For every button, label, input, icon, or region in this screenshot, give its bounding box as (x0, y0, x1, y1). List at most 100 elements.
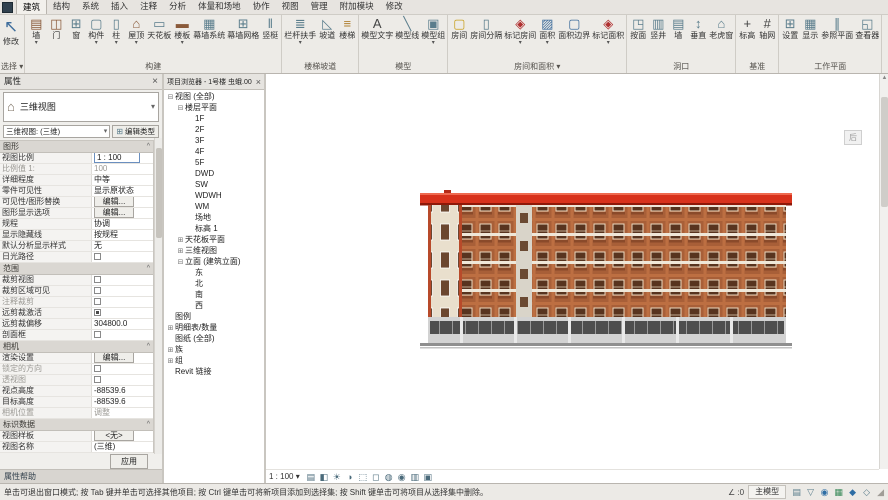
tree-item[interactable]: 4F (164, 146, 264, 157)
property-section-header[interactable]: 标识数据^ (0, 419, 153, 431)
ribbon-tab-8[interactable]: 视图 (276, 0, 305, 14)
ribbon-group-label[interactable]: 楼梯坡道 (283, 60, 357, 73)
property-value[interactable]: <无> (92, 431, 153, 441)
checkbox[interactable] (94, 365, 101, 372)
expand-expander-icon[interactable]: ⊞ (176, 236, 185, 244)
collapse-expander-icon[interactable]: ⊟ (176, 104, 185, 112)
ribbon-tab-10[interactable]: 附加模块 (334, 0, 380, 14)
component-button[interactable]: ▢构件▾ (86, 15, 106, 47)
canvas-scrollbar[interactable]: ▲ (879, 74, 888, 469)
property-value[interactable]: -88539.6 (92, 397, 153, 407)
property-section-header[interactable]: 图形^ (0, 141, 153, 153)
property-value[interactable] (92, 297, 153, 307)
instance-selector[interactable]: 三维视图: (三维) ▾ (3, 125, 110, 138)
ribbon-tab-9[interactable]: 管理 (305, 0, 334, 14)
collapse-expander-icon[interactable]: ⊟ (166, 93, 175, 101)
property-value[interactable]: 调整 (92, 408, 153, 418)
show-crop-icon[interactable]: ◻ (370, 471, 382, 483)
viewer-button[interactable]: ◱查看器 (854, 15, 880, 42)
property-value[interactable]: 1 : 100 (92, 153, 153, 163)
ribbon-group-label[interactable]: 模型 (360, 60, 446, 73)
checkbox[interactable] (94, 287, 101, 294)
model-text-button[interactable]: A模型文字 (360, 15, 394, 42)
reveal-hidden-icon[interactable]: ◉ (396, 471, 408, 483)
dormer-button[interactable]: ⌂老虎窗 (708, 15, 734, 42)
tree-item[interactable]: 3F (164, 135, 264, 146)
close-icon[interactable]: × (152, 76, 158, 87)
property-value[interactable]: 编辑... (92, 208, 153, 218)
model-group-button[interactable]: ▣模型组▾ (420, 15, 446, 47)
tree-item[interactable]: 5F (164, 157, 264, 168)
roof-button[interactable]: ⌂屋顶▾ (126, 15, 146, 47)
edit-type-button[interactable]: ⊞ 编辑类型 (112, 125, 159, 138)
scroll-up-icon[interactable]: ▲ (880, 74, 888, 83)
tree-item[interactable]: 标高 1 (164, 223, 264, 234)
level-button[interactable]: +标高 (737, 15, 757, 42)
ribbon-tab-3[interactable]: 插入 (105, 0, 134, 14)
ribbon-group-label[interactable]: 构建 (26, 60, 280, 73)
tree-item[interactable]: SW (164, 179, 264, 190)
ribbon-tab-11[interactable]: 修改 (380, 0, 409, 14)
tree-item[interactable]: ⊞组 (164, 355, 264, 366)
stair-button[interactable]: ≡楼梯 (337, 15, 357, 42)
property-value[interactable]: 协调 (92, 219, 153, 229)
scrollbar-thumb[interactable] (881, 97, 888, 207)
edit-button[interactable]: 编辑... (94, 353, 134, 363)
checkbox[interactable] (94, 309, 101, 316)
property-value[interactable]: 无 (92, 241, 153, 251)
room-separator-button[interactable]: ▯房间分隔 (469, 15, 503, 42)
tree-item[interactable]: 东 (164, 267, 264, 278)
ribbon-tab-4[interactable]: 注释 (134, 0, 163, 14)
active-model-selector[interactable]: 主模型 (748, 485, 786, 499)
checkbox[interactable] (94, 298, 101, 305)
select-links-icon[interactable]: ◉ (818, 486, 831, 499)
property-value[interactable] (92, 364, 153, 374)
property-value[interactable] (92, 286, 153, 296)
property-value[interactable]: -88539.6 (92, 386, 153, 396)
tree-item[interactable]: ⊞三维视图 (164, 245, 264, 256)
resize-grip[interactable]: ◢ (877, 487, 884, 498)
property-value[interactable]: (三维) (92, 442, 153, 452)
expand-expander-icon[interactable]: ⊞ (166, 357, 175, 365)
properties-help[interactable]: 属性帮助 (0, 469, 162, 483)
property-section-header[interactable]: 范围^ (0, 263, 153, 275)
tree-item[interactable]: ⊞天花板平面 (164, 234, 264, 245)
area-button[interactable]: ▨面积▾ (537, 15, 557, 47)
properties-scrollbar[interactable] (154, 138, 162, 454)
close-icon[interactable]: × (256, 77, 261, 87)
wall-button[interactable]: ▤墙▾ (26, 15, 46, 47)
set-work-plane-button[interactable]: ⊞设置 (780, 15, 800, 42)
property-value[interactable] (92, 330, 153, 340)
tree-item[interactable]: DWD (164, 168, 264, 179)
ribbon-tab-7[interactable]: 协作 (247, 0, 276, 14)
select-underlay-icon[interactable]: ▦ (832, 486, 845, 499)
edit-button[interactable]: 编辑... (94, 208, 134, 218)
shadows-icon[interactable]: ◑ (344, 471, 356, 483)
curtain-grid-button[interactable]: ⊞幕墙网格 (226, 15, 260, 42)
detail-level-icon[interactable]: ▤ (305, 471, 317, 483)
checkbox[interactable] (94, 253, 101, 260)
property-value[interactable]: 显示原状态 (92, 186, 153, 196)
type-selector[interactable]: ⌂ 三维视图 ▾ (3, 92, 159, 122)
tree-item[interactable]: 图纸 (全部) (164, 333, 264, 344)
constraints-icon[interactable]: ▣ (422, 471, 434, 483)
sun-path-icon[interactable]: ☀ (331, 471, 343, 483)
ribbon-group-label[interactable]: 基准 (737, 60, 777, 73)
checkbox[interactable] (94, 376, 101, 383)
edit-button[interactable]: <无> (94, 431, 134, 441)
floor-button[interactable]: ▬楼板▾ (172, 15, 192, 47)
ribbon-tab-1[interactable]: 结构 (47, 0, 76, 14)
ribbon-tab-6[interactable]: 体量和场地 (192, 0, 247, 14)
checkbox[interactable] (94, 331, 101, 338)
apply-button[interactable]: 应用 (110, 454, 148, 469)
railing-button[interactable]: ≣栏杆扶手▾ (283, 15, 317, 47)
tree-item[interactable]: WM (164, 201, 264, 212)
shaft-button[interactable]: ▥竖井 (648, 15, 668, 42)
property-value[interactable]: 按规程 (92, 230, 153, 240)
property-value[interactable] (92, 375, 153, 385)
collapse-icon[interactable]: ^ (147, 343, 150, 350)
properties-title-bar[interactable]: 属性 × (0, 74, 162, 90)
property-value[interactable] (92, 308, 153, 318)
project-browser-title-bar[interactable]: 项目浏览器 - 1号楼 虫蛾.00 × (164, 74, 264, 90)
window-button[interactable]: ⊞窗 (66, 15, 86, 42)
